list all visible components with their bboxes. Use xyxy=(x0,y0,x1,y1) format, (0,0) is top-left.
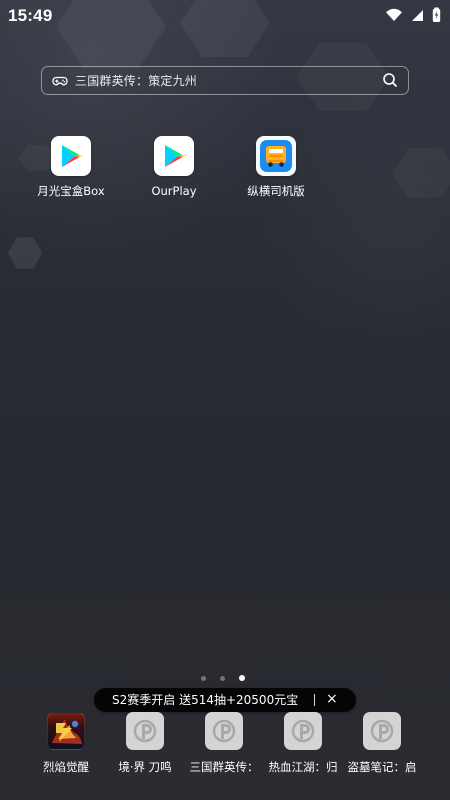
placeholder-app-icon xyxy=(284,712,322,750)
close-button[interactable]: × xyxy=(326,691,338,707)
page-dot-active xyxy=(239,675,245,681)
promo-banner[interactable]: S2赛季开启 送514抽+20500元宝 × xyxy=(94,688,356,712)
search-bar[interactable]: 三国群英传：策定九州 xyxy=(41,66,409,95)
background-hexagon xyxy=(8,237,42,269)
promo-divider xyxy=(314,694,315,706)
background-hexagon xyxy=(392,148,450,198)
status-icons xyxy=(385,7,441,23)
search-input[interactable]: 三国群英传：策定九州 xyxy=(75,72,197,89)
dock: 烈焰觉醒 境·界 刀鸣 三国群英传： 热血江湖：归 盗墓笔记：启 xyxy=(0,712,450,800)
game-art-icon xyxy=(47,712,85,750)
play-store-icon xyxy=(154,136,194,176)
placeholder-app-icon xyxy=(205,712,243,750)
gamepad-icon xyxy=(52,73,68,92)
placeholder-app-icon xyxy=(126,712,164,750)
page-dot xyxy=(220,675,225,681)
status-bar: 15:49 xyxy=(0,0,450,34)
app-label: 纵横司机版 xyxy=(247,184,305,198)
wifi-icon xyxy=(385,8,403,22)
dock-app-daomu-biji[interactable]: 盗墓笔记：启 xyxy=(336,712,428,774)
app-label: OurPlay xyxy=(151,184,197,198)
battery-icon xyxy=(432,7,441,23)
search-icon[interactable] xyxy=(382,72,398,92)
app-shortcut-ourplay[interactable]: OurPlay xyxy=(131,136,217,198)
app-shortcut-yueguang-box[interactable]: 月光宝盒Box xyxy=(28,136,114,198)
play-store-icon xyxy=(51,136,91,176)
placeholder-app-icon xyxy=(363,712,401,750)
app-shortcut-zongheng-driver[interactable]: 纵横司机版 xyxy=(233,136,319,198)
page-dot xyxy=(201,675,206,681)
dock-label: 盗墓笔记：启 xyxy=(347,760,417,774)
page-indicator xyxy=(201,675,245,681)
bus-icon xyxy=(256,136,296,176)
status-time: 15:49 xyxy=(8,6,53,25)
promo-text[interactable]: S2赛季开启 送514抽+20500元宝 xyxy=(112,692,298,708)
signal-icon xyxy=(411,9,424,22)
app-label: 月光宝盒Box xyxy=(37,184,105,198)
